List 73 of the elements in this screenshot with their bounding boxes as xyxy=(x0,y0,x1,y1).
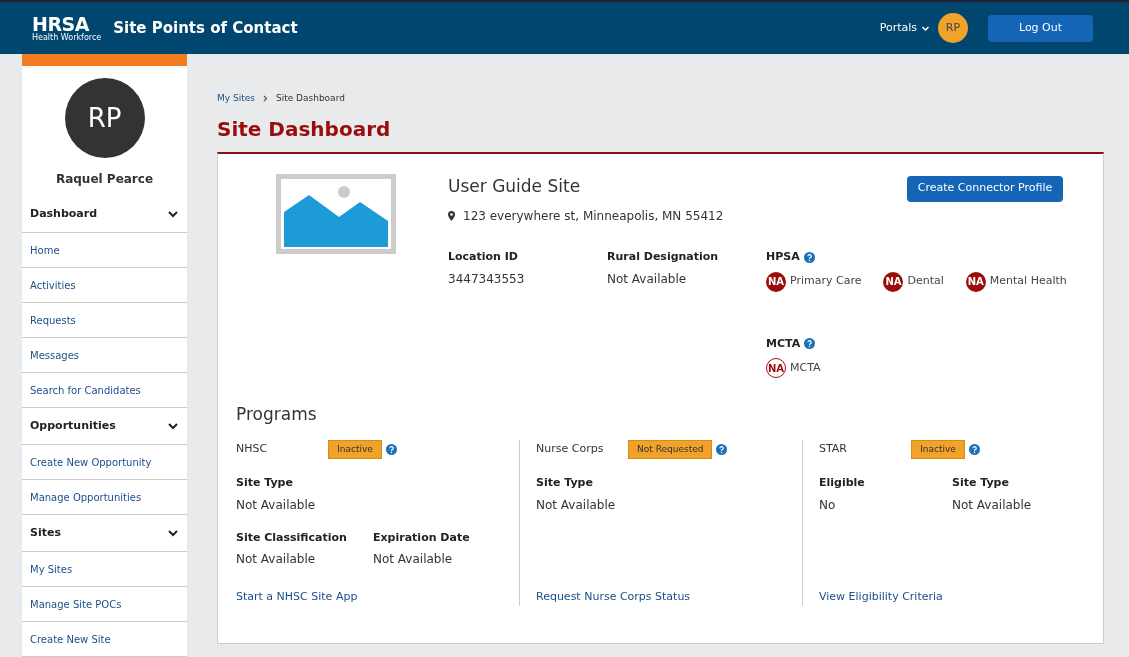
nav-link[interactable]: Messages xyxy=(22,338,187,373)
field-label: Rural Designation xyxy=(607,249,720,265)
logout-button[interactable]: Log Out xyxy=(988,14,1093,42)
nav-link[interactable]: Activities xyxy=(22,268,187,303)
field-value: 3447343553 xyxy=(448,270,526,288)
program-name: NHSC xyxy=(236,441,269,457)
nav-section-header[interactable]: Dashboard xyxy=(22,196,187,233)
nav-link[interactable]: Manage Opportunities xyxy=(22,480,187,515)
breadcrumb-link[interactable]: My Sites xyxy=(217,92,255,106)
field-label: Eligible xyxy=(819,475,866,491)
chevron-icon[interactable] xyxy=(167,420,179,432)
help-icon[interactable] xyxy=(804,338,816,350)
location-pin-icon xyxy=(448,211,455,221)
program-link[interactable]: Start a NHSC Site App xyxy=(236,589,519,606)
na-badge: NA xyxy=(766,358,786,378)
program-link[interactable]: View Eligibility Criteria xyxy=(819,589,1085,606)
site-address: 123 everywhere st, Minneapolis, MN 55412 xyxy=(463,208,724,225)
chevron-icon[interactable] xyxy=(167,208,179,220)
field-value: Not Available xyxy=(607,270,688,288)
field-label: Site Type xyxy=(236,475,294,491)
field-label: Location ID xyxy=(448,249,519,265)
na-badge: NA xyxy=(883,271,904,292)
field-label: Site Classification xyxy=(236,529,348,546)
create-connector-profile-button[interactable]: Create Connector Profile xyxy=(907,175,1063,202)
field-value: Not Available xyxy=(952,496,1033,514)
status-badge: Inactive xyxy=(911,439,965,459)
program-link[interactable]: Request Nurse Corps Status xyxy=(536,589,802,606)
nav-link[interactable]: Home xyxy=(22,233,187,268)
field-value: Not Available xyxy=(236,551,317,568)
program-name: Nurse Corps xyxy=(536,441,605,457)
field-label: Expiration Date xyxy=(373,529,471,546)
logo-wordmark: HRSA xyxy=(32,14,90,34)
program-name: STAR xyxy=(819,441,848,457)
programs-heading: Programs xyxy=(236,403,318,426)
portals-menu[interactable]: Portals xyxy=(879,19,930,37)
na-badge: NA xyxy=(766,271,786,292)
designation-name: MCTA xyxy=(790,359,821,376)
designation-label: MCTA xyxy=(766,335,801,352)
status-badge: Not Requested xyxy=(628,439,713,459)
page-title: Site Dashboard xyxy=(217,115,392,143)
app-title: Site Points of Contact xyxy=(113,17,298,39)
nav-section-header[interactable]: Sites xyxy=(22,515,187,552)
user-name: Raquel Pearce xyxy=(54,171,155,188)
designation-name: Primary Care xyxy=(790,273,862,290)
logo-subtitle: Health Workforce xyxy=(32,33,102,42)
help-icon[interactable] xyxy=(716,443,728,455)
designation-name: Mental Health xyxy=(989,273,1067,290)
help-icon[interactable] xyxy=(803,251,815,263)
site-name: User Guide Site xyxy=(448,174,582,198)
help-icon[interactable] xyxy=(386,443,397,455)
profile-avatar: RP xyxy=(64,78,145,158)
field-value: Not Available xyxy=(236,496,317,514)
nav-link[interactable]: My Sites xyxy=(22,552,187,587)
field-value: Not Available xyxy=(373,551,454,568)
field-label: Site Type xyxy=(536,475,594,491)
nav-section-header[interactable]: Opportunities xyxy=(22,408,187,445)
status-badge: Inactive xyxy=(328,439,382,459)
nav-link[interactable]: Requests xyxy=(22,303,187,338)
field-value: No xyxy=(819,496,837,514)
nav-link[interactable]: Create New Opportunity xyxy=(22,445,187,480)
nav-link[interactable]: Create New Site xyxy=(22,622,187,657)
designation-name: Dental xyxy=(907,273,944,290)
na-badge: NA xyxy=(965,271,986,292)
designation-label: HPSA xyxy=(766,249,800,265)
user-avatar[interactable]: RP xyxy=(938,13,968,43)
nav-link[interactable]: Search for Candidates xyxy=(22,373,187,408)
breadcrumb-current: Site Dashboard xyxy=(275,92,345,105)
field-label: Site Type xyxy=(952,475,1010,491)
help-icon[interactable] xyxy=(969,443,980,455)
field-value: Not Available xyxy=(536,496,617,514)
breadcrumb-chevron-icon xyxy=(262,95,268,103)
nav-link[interactable]: Manage Site POCs xyxy=(22,587,187,622)
chevron-icon[interactable] xyxy=(167,527,179,539)
